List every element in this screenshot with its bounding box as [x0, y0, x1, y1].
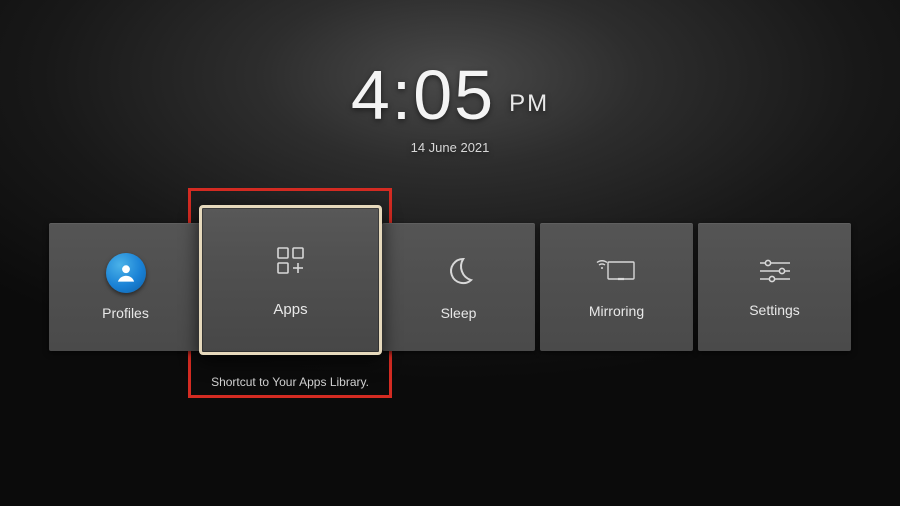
tile-sleep[interactable]: Sleep	[382, 223, 535, 351]
tile-label: Mirroring	[589, 303, 644, 319]
tile-label: Apps	[273, 301, 307, 318]
sliders-icon	[758, 257, 792, 290]
clock-ampm: PM	[509, 90, 549, 118]
tile-mirroring[interactable]: Mirroring	[540, 223, 693, 351]
moon-icon	[442, 254, 476, 293]
mirroring-icon	[596, 256, 638, 291]
clock-time: 4:05	[351, 60, 495, 130]
quick-menu-row: Profiles Sleep Mirroring	[49, 223, 851, 351]
tile-label: Sleep	[441, 305, 477, 321]
tile-profiles[interactable]: Profiles	[49, 223, 202, 351]
profile-icon	[106, 253, 146, 293]
clock-display: 4:05 PM 14 June 2021	[351, 60, 549, 155]
clock-date: 14 June 2021	[351, 140, 549, 155]
tile-label: Profiles	[102, 305, 149, 321]
apps-icon	[272, 242, 310, 285]
tile-settings[interactable]: Settings	[698, 223, 851, 351]
tile-label: Settings	[749, 302, 800, 318]
tile-apps-description: Shortcut to Your Apps Library.	[188, 375, 392, 389]
tile-apps[interactable]: Apps	[199, 205, 382, 355]
clock-time-row: 4:05 PM	[351, 60, 549, 130]
